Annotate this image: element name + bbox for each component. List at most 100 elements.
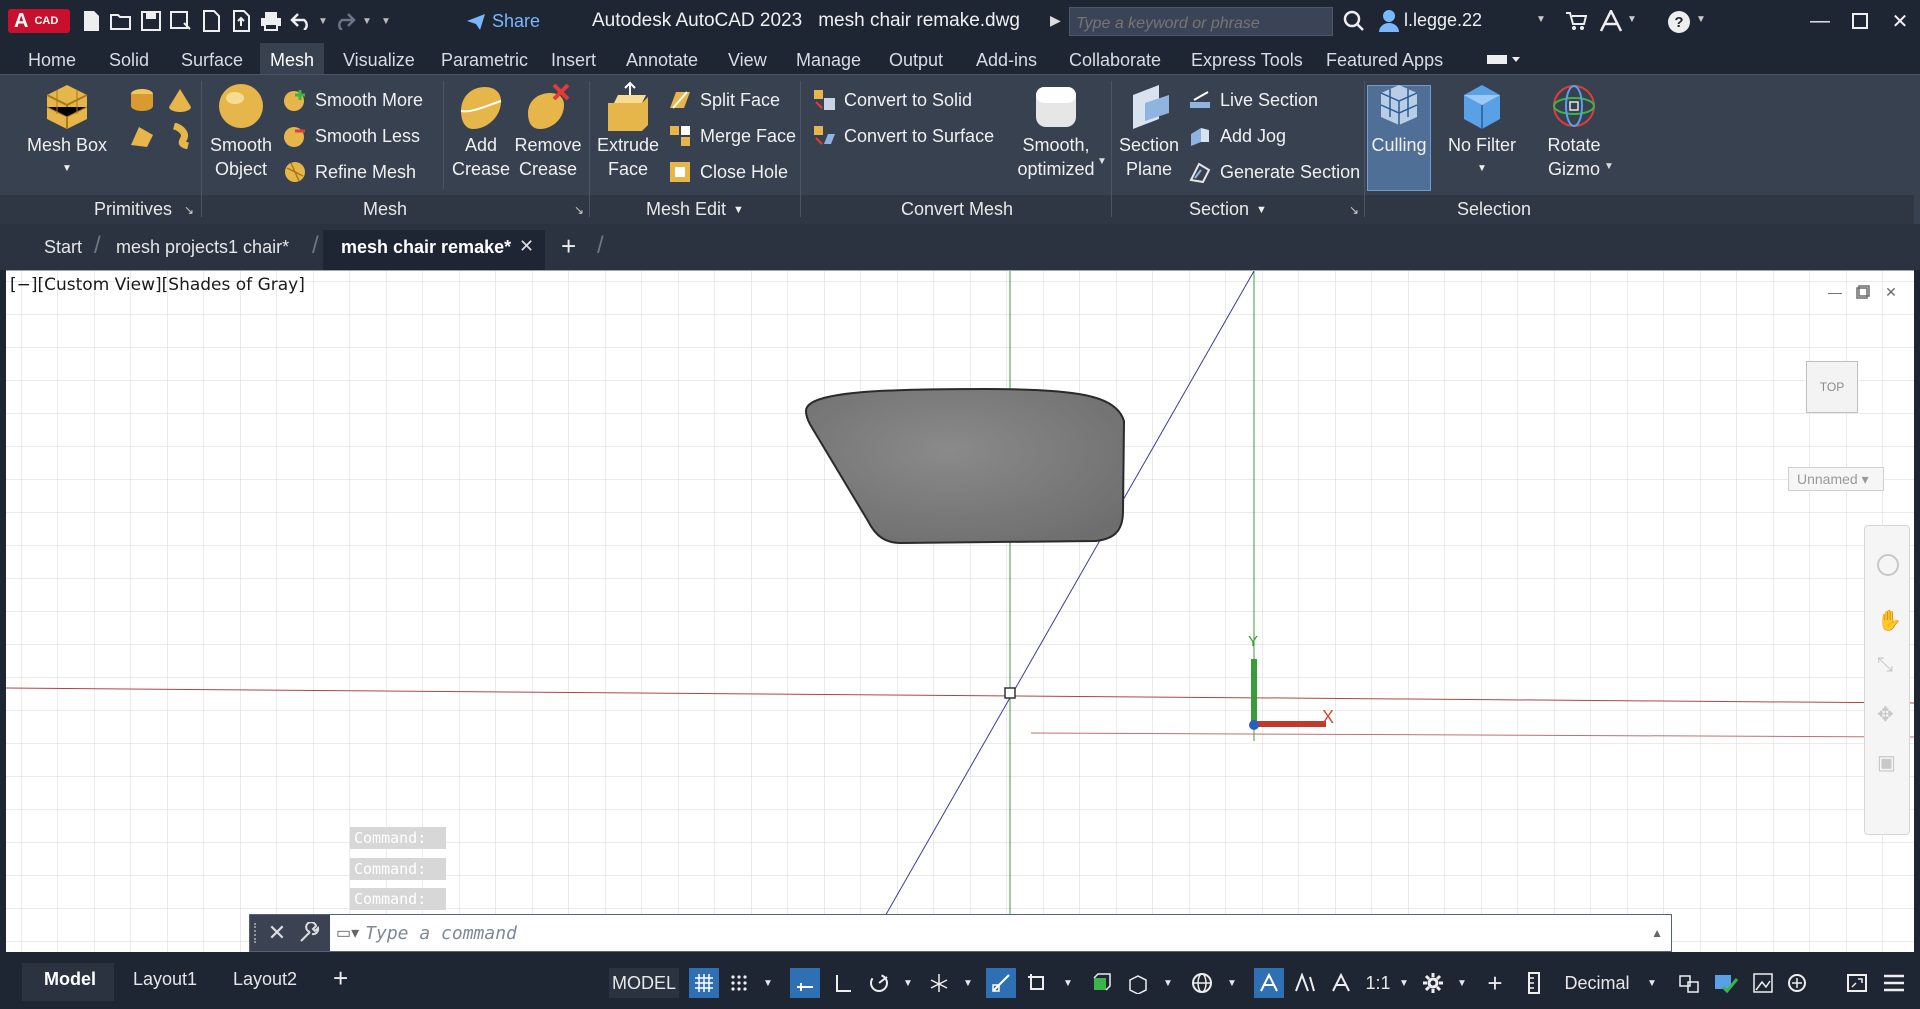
object-snap-dropdown-icon[interactable]: ▼ bbox=[1058, 968, 1078, 998]
mesh-box-button[interactable]: Mesh Box ▼ bbox=[22, 81, 112, 181]
redo-icon[interactable] bbox=[330, 8, 360, 34]
panel-title-section[interactable]: Section bbox=[1189, 199, 1249, 220]
auto-scale-icon[interactable] bbox=[1290, 968, 1320, 998]
undo-dropdown-icon[interactable]: ▼ bbox=[316, 8, 330, 34]
refine-mesh-button[interactable]: Refine Mesh bbox=[283, 158, 416, 186]
viewport-close-icon[interactable]: ✕ bbox=[1880, 281, 1902, 303]
rotate-gizmo-button[interactable]: Rotate Gizmo bbox=[1534, 81, 1614, 181]
polar-dropdown-icon[interactable]: ▼ bbox=[898, 968, 918, 998]
doc-tab-mesh-chair-remake[interactable]: mesh chair remake* bbox=[341, 237, 511, 258]
command-history-expand-icon[interactable]: ▲ bbox=[1651, 926, 1663, 940]
tab-featured-apps[interactable]: Featured Apps bbox=[1316, 43, 1453, 74]
viewcube[interactable]: TOP bbox=[1806, 361, 1858, 413]
plot-icon[interactable] bbox=[256, 8, 286, 34]
annotation-scale-value[interactable]: 1:1 bbox=[1362, 968, 1394, 998]
zoom-extents-icon[interactable]: ⤡ bbox=[1877, 654, 1893, 677]
close-tab-icon[interactable]: ✕ bbox=[519, 236, 534, 257]
tab-insert[interactable]: Insert bbox=[541, 43, 606, 74]
mesh-dialog-launcher-icon[interactable]: ↘ bbox=[574, 203, 584, 217]
object-snap-icon[interactable] bbox=[1022, 968, 1052, 998]
extrude-face-button[interactable]: Extrude Face bbox=[594, 81, 662, 181]
showmotion-icon[interactable]: ▣ bbox=[1877, 750, 1896, 775]
close-icon[interactable]: ✕ bbox=[1880, 6, 1920, 36]
mesh-cone-icon[interactable] bbox=[166, 87, 194, 118]
annotation-visibility-icon[interactable] bbox=[1254, 968, 1284, 998]
tab-manage[interactable]: Manage bbox=[786, 43, 871, 74]
minimize-icon[interactable]: — bbox=[1800, 6, 1840, 36]
undo-icon[interactable] bbox=[286, 8, 316, 34]
dynamic-ucs-icon[interactable] bbox=[1122, 968, 1152, 998]
ribbon-minimize-toggle[interactable] bbox=[1486, 53, 1522, 67]
tab-add-ins[interactable]: Add-ins bbox=[966, 43, 1047, 74]
doc-tab-start[interactable]: Start bbox=[44, 237, 82, 258]
section-dialog-launcher-icon[interactable]: ↘ bbox=[1349, 203, 1359, 217]
viewport-minimize-icon[interactable]: — bbox=[1824, 281, 1846, 303]
generate-section-button[interactable]: Generate Section bbox=[1188, 158, 1360, 186]
tab-express-tools[interactable]: Express Tools bbox=[1181, 43, 1313, 74]
polar-tracking-icon[interactable] bbox=[864, 968, 894, 998]
section-dropdown-icon[interactable]: ▼ bbox=[1256, 204, 1267, 216]
new-tab-icon[interactable]: + bbox=[561, 231, 576, 262]
share-button[interactable]: Share bbox=[466, 11, 540, 32]
mesh-wedge-icon[interactable] bbox=[128, 123, 156, 154]
tab-collaborate[interactable]: Collaborate bbox=[1059, 43, 1171, 74]
no-filter-dropdown-icon[interactable]: ▼ bbox=[1477, 157, 1487, 181]
add-crease-button[interactable]: Add Crease bbox=[449, 81, 513, 181]
annotation-scale-icon[interactable] bbox=[1326, 968, 1356, 998]
pan-hand-icon[interactable]: ✋ bbox=[1877, 608, 1902, 633]
snap-dropdown-icon[interactable]: ▼ bbox=[758, 968, 778, 998]
smooth-optimized-button[interactable]: Smooth, optimized bbox=[1014, 81, 1098, 181]
ucs-menu[interactable]: Unnamed ▾ bbox=[1788, 467, 1884, 491]
mesh-edit-dropdown-icon[interactable]: ▼ bbox=[733, 204, 744, 216]
add-layout-icon[interactable]: + bbox=[333, 963, 348, 994]
redo-dropdown-icon[interactable]: ▼ bbox=[360, 8, 374, 34]
user-dropdown-icon[interactable]: ▼ bbox=[1536, 14, 1546, 25]
workspace-settings-dropdown-icon[interactable]: ▼ bbox=[1452, 968, 1472, 998]
convert-to-solid-button[interactable]: Convert to Solid bbox=[812, 86, 972, 114]
mesh-box-dropdown-icon[interactable]: ▼ bbox=[62, 157, 72, 181]
autodesk-app-icon[interactable] bbox=[1599, 8, 1623, 37]
save-to-web-icon[interactable] bbox=[226, 8, 256, 34]
search-input[interactable] bbox=[1069, 7, 1333, 36]
clean-screen-icon[interactable] bbox=[1842, 968, 1872, 998]
mesh-torus-icon[interactable] bbox=[166, 122, 194, 154]
recent-commands-icon[interactable]: ▭▾ bbox=[336, 923, 359, 943]
layout-tab-layout2[interactable]: Layout2 bbox=[233, 969, 297, 990]
smooth-less-button[interactable]: Smooth Less bbox=[283, 122, 420, 150]
primitives-dialog-launcher-icon[interactable]: ↘ bbox=[184, 203, 194, 217]
grid-display-icon[interactable] bbox=[689, 968, 719, 998]
annotation-scale-dropdown-icon[interactable]: ▼ bbox=[1394, 968, 1414, 998]
graphics-performance-icon[interactable] bbox=[1782, 968, 1812, 998]
help-icon[interactable]: ? bbox=[1667, 10, 1691, 39]
search-icon[interactable] bbox=[1343, 10, 1365, 37]
convert-to-surface-button[interactable]: Convert to Surface bbox=[812, 122, 994, 150]
units-value[interactable]: Decimal bbox=[1552, 968, 1642, 998]
new-file-icon[interactable] bbox=[76, 8, 106, 34]
tab-view[interactable]: View bbox=[718, 43, 777, 74]
steering-wheel-icon[interactable] bbox=[1877, 554, 1899, 576]
tab-home[interactable]: Home bbox=[18, 43, 86, 74]
smooth-object-button[interactable]: Smooth Object bbox=[206, 81, 276, 181]
isolate-objects-icon[interactable] bbox=[1748, 968, 1778, 998]
tab-mesh[interactable]: Mesh bbox=[260, 43, 325, 74]
smooth-optimized-dropdown-icon[interactable]: ▼ bbox=[1097, 156, 1107, 167]
layout-tab-layout1[interactable]: Layout1 bbox=[133, 969, 197, 990]
cart-icon[interactable] bbox=[1565, 11, 1588, 36]
isodraft-icon[interactable] bbox=[924, 968, 954, 998]
command-line-close-icon[interactable]: ✕ bbox=[262, 915, 292, 951]
tab-parametric[interactable]: Parametric bbox=[431, 43, 538, 74]
add-jog-button[interactable]: Add Jog bbox=[1188, 122, 1286, 150]
panel-title-mesh-edit[interactable]: Mesh Edit bbox=[646, 199, 726, 220]
maximize-icon[interactable] bbox=[1840, 6, 1880, 36]
annotation-monitor-plus-icon[interactable]: + bbox=[1480, 968, 1510, 998]
command-input[interactable] bbox=[365, 922, 1566, 944]
mesh-cylinder-icon[interactable] bbox=[128, 87, 156, 118]
dynamic-ucs-dropdown-icon[interactable]: ▼ bbox=[1158, 968, 1178, 998]
workspace-settings-gear-icon[interactable] bbox=[1418, 968, 1448, 998]
open-folder-icon[interactable] bbox=[106, 8, 136, 34]
command-line-grip[interactable] bbox=[254, 923, 258, 943]
customize-qat-icon[interactable]: ▼ bbox=[374, 8, 398, 34]
remove-crease-button[interactable]: Remove Crease bbox=[512, 81, 584, 181]
customization-menu-icon[interactable] bbox=[1878, 968, 1910, 998]
application-menu-button[interactable]: A CAD bbox=[8, 9, 70, 33]
